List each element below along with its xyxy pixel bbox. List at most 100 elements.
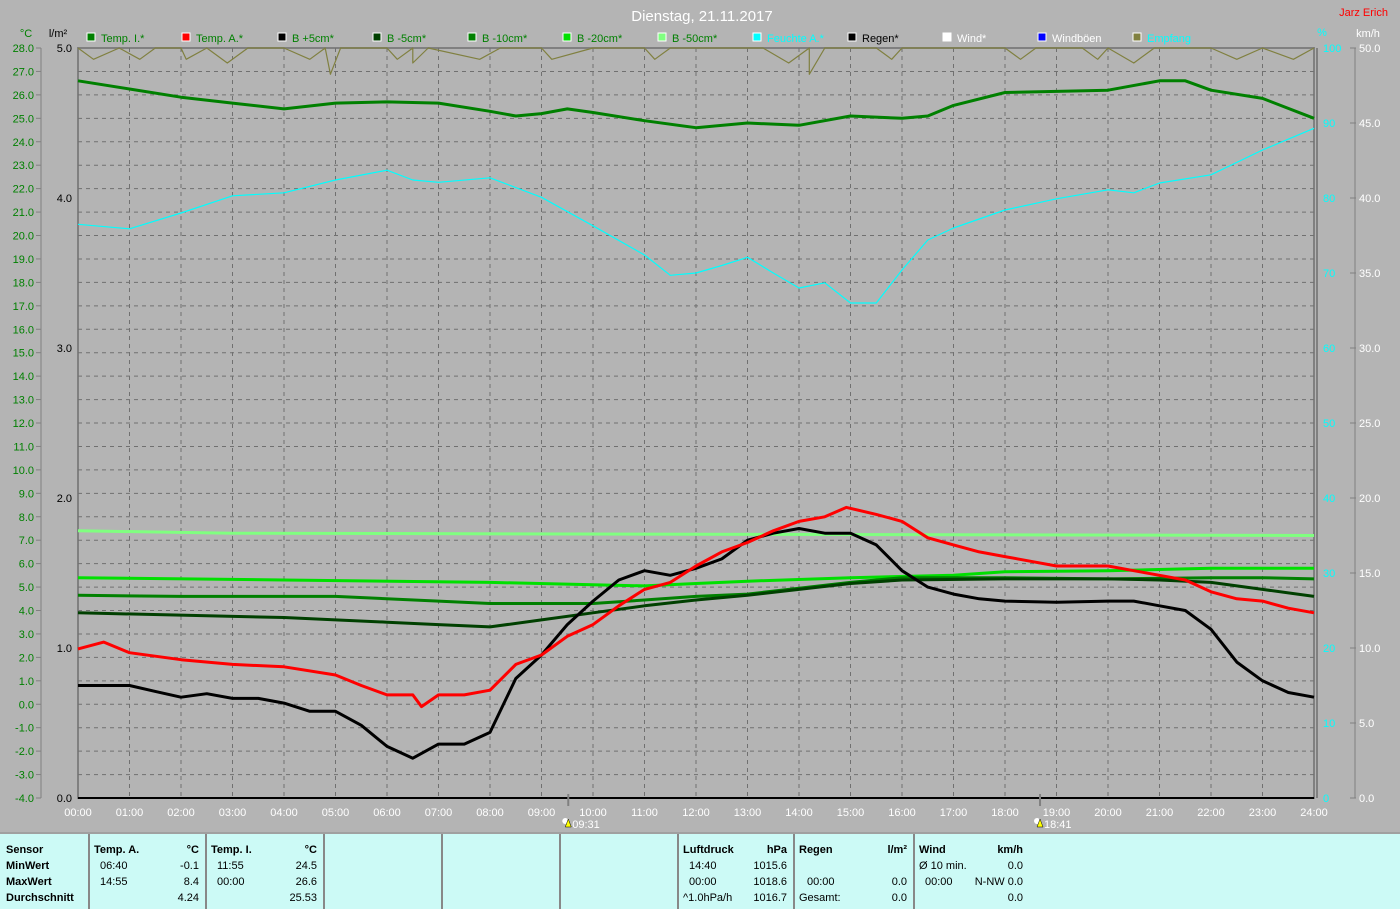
wind-tick-label: 10.0 [1359, 643, 1380, 655]
wind-tick-label: 50.0 [1359, 43, 1380, 55]
legend-label: Wind* [957, 33, 987, 45]
col-wind: Wind km/h Ø 10 min. 0.0 00:00 N-NW 0.0 0.0 [913, 834, 1029, 909]
temp-tick-label: 14.0 [13, 371, 34, 383]
legend-label: B -5cm* [387, 33, 427, 45]
temp-tick-label: 5.0 [19, 582, 34, 594]
humidity-tick-label: 60 [1323, 343, 1335, 355]
temp-tick-label: 7.0 [19, 535, 34, 547]
weather-chart: Dienstag, 21.11.2017 Jarz Erich Temp. I.… [13, 7, 1388, 831]
humidity-tick-label: 30 [1323, 568, 1335, 580]
min-value: -0.1 [180, 860, 199, 872]
max-time: 00:00 [925, 876, 953, 888]
legend-label: Windböen [1052, 33, 1102, 45]
legend-swatch [752, 32, 762, 42]
header: Wind [919, 844, 946, 856]
x-tick-label: 14:00 [785, 807, 813, 819]
humidity-axis-label: % [1317, 27, 1327, 39]
x-tick-label: 13:00 [734, 807, 762, 819]
min-time: 14:40 [689, 860, 717, 872]
temp-tick-label: 11.0 [13, 441, 34, 453]
unit: °C [304, 844, 317, 856]
header-sensor: Sensor [6, 844, 44, 856]
x-tick-label: 04:00 [270, 807, 298, 819]
legend-label: Empfang [1147, 33, 1191, 45]
x-tick-label: 20:00 [1094, 807, 1122, 819]
legend-swatch [562, 32, 572, 42]
temp-tick-label: 20.0 [13, 231, 34, 243]
avg-value: 25.53 [289, 892, 317, 904]
max-time: 00:00 [217, 876, 245, 888]
rain-tick-label: 1.0 [57, 643, 72, 655]
extra-value: 0.0 [1007, 892, 1023, 904]
col-temp-a: Temp. A. °C 06:40 -0.1 14:55 8.4 4.24 [88, 834, 207, 909]
header: Temp. I. [211, 844, 252, 856]
x-tick-label: 09:00 [528, 807, 556, 819]
x-tick-label: 05:00 [322, 807, 350, 819]
avg-value: 4.24 [177, 892, 199, 904]
rain-tick-label: 2.0 [57, 493, 72, 505]
wind-tick-label: 5.0 [1359, 718, 1374, 730]
col-empty-2 [441, 834, 561, 909]
x-tick-label: 22:00 [1197, 807, 1225, 819]
unit: °C [186, 844, 199, 856]
col-temp-i: Temp. I. °C 11:55 24.5 00:00 26.6 25.53 [205, 834, 325, 909]
x-tick-label: 24:00 [1300, 807, 1328, 819]
x-tick-label: 08:00 [476, 807, 504, 819]
wind-tick-label: 35.0 [1359, 268, 1380, 280]
rain-tick-label: 0.0 [57, 793, 72, 805]
max-time: 00:00 [689, 876, 717, 888]
temp-tick-label: 13.0 [13, 395, 34, 407]
min-time: 11:55 [217, 860, 244, 872]
temp-tick-label: 25.0 [13, 113, 34, 125]
sunset-time: 18:41 [1044, 819, 1072, 831]
max-value: 1018.6 [753, 876, 787, 888]
total-value: 0.0 [891, 892, 907, 904]
legend-label: B -20cm* [577, 33, 623, 45]
max-time: 00:00 [807, 876, 835, 888]
humidity-tick-label: 40 [1323, 493, 1335, 505]
temp-tick-label: 28.0 [13, 43, 34, 55]
legend: Temp. I.* Temp. A.* B +5cm* B -5cm* B -10cm*… [86, 32, 1191, 45]
wind-tick-label: 45.0 [1359, 118, 1380, 130]
col-pressure: Luftdruck hPa 14:40 1015.6 00:00 1018.6 ^1.… [677, 834, 795, 909]
max-time: 14:55 [100, 876, 128, 888]
temp-tick-label: -1.0 [15, 723, 34, 735]
temp-tick-label: 9.0 [19, 488, 34, 500]
temp-tick-label: 16.0 [13, 324, 34, 336]
x-tick-label: 19:00 [1043, 807, 1071, 819]
temp-tick-label: 8.0 [19, 512, 34, 524]
temp-tick-label: 23.0 [13, 160, 34, 172]
legend-swatch [1132, 32, 1142, 42]
legend-label: Temp. A.* [196, 33, 244, 45]
temp-tick-label: 0.0 [19, 699, 34, 711]
x-tick-label: 17:00 [940, 807, 968, 819]
x-tick-label: 01:00 [116, 807, 144, 819]
wind-tick-label: 15.0 [1359, 568, 1380, 580]
min-value: 1015.6 [753, 860, 787, 872]
header: Luftdruck [683, 844, 734, 856]
temp-tick-label: 19.0 [13, 254, 34, 266]
min-time: 06:40 [100, 860, 128, 872]
row-max: MaxWert [6, 876, 52, 888]
chart-title: Dienstag, 21.11.2017 [631, 8, 773, 25]
avg-value: 0.0 [1007, 860, 1023, 872]
legend-label: B +5cm* [292, 33, 335, 45]
legend-swatch [657, 32, 667, 42]
author-label: Jarz Erich [1339, 7, 1388, 19]
legend-swatch [942, 32, 952, 42]
temp-tick-label: -2.0 [15, 746, 34, 758]
temp-axis-label: °C [20, 28, 32, 40]
legend-label: Regen* [862, 33, 899, 45]
max-value: 8.4 [183, 876, 199, 888]
x-tick-label: 03:00 [219, 807, 247, 819]
col-empty-1 [323, 834, 443, 909]
legend-swatch [847, 32, 857, 42]
avg-value: 1016.7 [753, 892, 787, 904]
wind-tick-label: 0.0 [1359, 793, 1374, 805]
max-value: 26.6 [295, 876, 317, 888]
temp-tick-label: 26.0 [13, 90, 34, 102]
x-tick-label: 11:00 [631, 807, 658, 819]
legend-swatch [181, 32, 191, 42]
temp-tick-label: 21.0 [13, 207, 34, 219]
legend-label: B -10cm* [482, 33, 528, 45]
